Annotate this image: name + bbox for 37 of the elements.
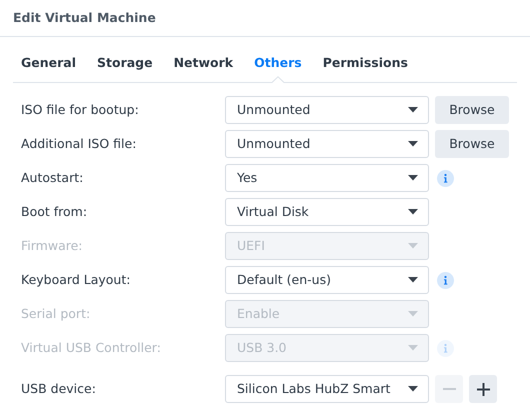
- tab[interactable]: Permissions: [322, 54, 408, 82]
- field-label: Autostart:: [21, 168, 84, 187]
- caret-icon: [408, 175, 418, 181]
- caret-icon: [408, 345, 418, 351]
- field-label: Keyboard Layout:: [21, 270, 132, 289]
- info-icon[interactable]: [437, 170, 454, 186]
- dropdown[interactable]: Unmounted: [225, 130, 429, 158]
- dropdown[interactable]: Yes: [225, 164, 429, 192]
- browse-button[interactable]: Browse: [435, 96, 509, 124]
- caret-icon: [408, 141, 418, 147]
- dropdown[interactable]: Virtual Disk: [225, 198, 429, 226]
- dropdown[interactable]: Silicon Labs HubZ Smart: [225, 375, 429, 403]
- info-icon[interactable]: [437, 272, 454, 288]
- caret-icon: [408, 243, 418, 249]
- tab[interactable]: Network: [174, 54, 234, 82]
- window-title: Edit Virtual Machine: [13, 8, 156, 27]
- tab[interactable]: Others: [254, 54, 302, 82]
- browse-button[interactable]: Browse: [435, 130, 509, 158]
- plus-icon: [476, 382, 490, 396]
- field-label: Serial port:: [21, 304, 92, 323]
- tab[interactable]: Storage: [97, 54, 153, 82]
- caret-icon: [408, 277, 418, 283]
- caret-icon: [408, 107, 418, 113]
- field-label: Additional ISO file:: [21, 134, 138, 153]
- tab[interactable]: General: [21, 54, 76, 82]
- field-label: Firmware:: [21, 236, 84, 255]
- dropdown[interactable]: Unmounted: [225, 96, 429, 124]
- field-label: ISO file for bootup:: [21, 100, 140, 119]
- caret-icon: [408, 311, 418, 317]
- caret-icon: [408, 209, 418, 215]
- dropdown[interactable]: Default (en-us): [225, 266, 429, 294]
- minus-icon: [442, 388, 456, 390]
- field-label: USB device:: [21, 380, 97, 398]
- caret-icon: [408, 386, 418, 392]
- add-button[interactable]: [469, 375, 497, 403]
- field-label: Virtual USB Controller:: [21, 338, 162, 357]
- field-label: Boot from:: [21, 202, 88, 221]
